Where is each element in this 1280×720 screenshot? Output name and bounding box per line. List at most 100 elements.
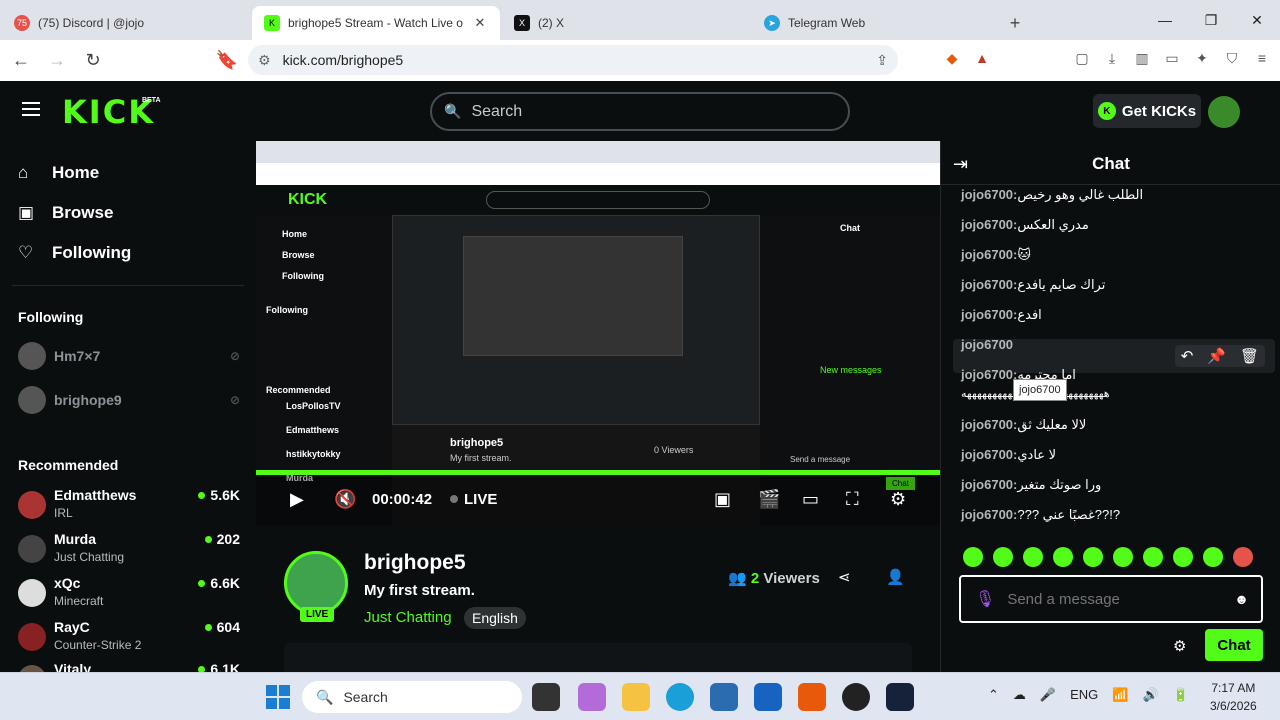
wifi-icon[interactable]: 📶 (1112, 687, 1128, 703)
mic-icon[interactable]: 🎙 (975, 589, 995, 609)
download-icon[interactable]: ⤓ (1102, 48, 1122, 68)
recommended-item[interactable]: RayC Counter-Strike 2 604 (18, 619, 240, 659)
fullscreen-icon[interactable]: ⛶ (846, 489, 859, 510)
edge-icon[interactable] (666, 683, 694, 711)
stream-category[interactable]: Just Chatting (364, 609, 452, 626)
emote-icon[interactable] (1173, 547, 1193, 567)
tab-telegram[interactable]: ➤ Telegram Web (752, 6, 1000, 40)
chat-username[interactable]: jojo6700: (961, 217, 1017, 232)
reload-icon[interactable]: ↻ (78, 46, 108, 76)
mute-icon[interactable]: 🔇 (334, 489, 356, 510)
following-item[interactable]: brighope9 ⊘ (18, 386, 240, 414)
emote-icon[interactable] (1113, 547, 1133, 567)
emote-icon[interactable] (1023, 547, 1043, 567)
brave-shield-icon[interactable]: ◆ (942, 48, 962, 68)
recommended-item[interactable]: Edmatthews IRL 5.6K (18, 487, 240, 527)
emote-icon[interactable] (1233, 547, 1253, 567)
avatar[interactable] (284, 551, 348, 615)
send-chat-button[interactable]: Chat (1205, 629, 1263, 661)
emote-icon[interactable] (993, 547, 1013, 567)
recommended-item[interactable]: Vitaly 6.1K (18, 661, 240, 672)
store-icon[interactable] (710, 683, 738, 711)
restore-icon[interactable]: ❐ (1188, 0, 1234, 40)
close-window-icon[interactable]: ✕ (1234, 0, 1280, 40)
chat-username[interactable]: jojo6700: (961, 507, 1017, 522)
leo-icon[interactable]: ✦ (1192, 48, 1212, 68)
taskbar-search[interactable]: 🔍 Search (302, 681, 522, 713)
avatar[interactable] (1208, 96, 1240, 128)
vpn-icon[interactable]: ⛉ (1222, 48, 1242, 68)
live-indicator[interactable]: LIVE (450, 491, 497, 508)
chat-username[interactable]: jojo6700: (961, 247, 1017, 262)
settings-icon[interactable]: ⚙ (890, 489, 906, 510)
sidebar-icon[interactable]: ▥ (1132, 48, 1152, 68)
folder-icon[interactable] (622, 683, 650, 711)
wallet-icon[interactable]: ▭ (1162, 48, 1182, 68)
language-indicator[interactable]: ENG (1070, 687, 1098, 703)
chat-username[interactable]: jojo6700: (961, 307, 1017, 322)
chat-message[interactable]: jojo6700:افدع (961, 307, 1042, 323)
emoji-icon[interactable]: ☻ (1234, 591, 1249, 607)
chat-message[interactable]: jojo6700:ورا صوتك متغير (961, 477, 1101, 493)
clip-icon[interactable]: 🎬 (758, 489, 780, 510)
recommended-item[interactable]: Murda Just Chatting 202 (18, 531, 240, 571)
site-info-icon[interactable]: ⚙ (258, 52, 271, 69)
chat-settings-icon[interactable]: ⚙ (1173, 637, 1186, 655)
chat-message[interactable]: jojo6700:لا عادي (961, 447, 1056, 463)
follow-icon[interactable]: 👤 (886, 568, 905, 586)
menu-icon[interactable]: ≡ (1252, 48, 1272, 68)
chat-message[interactable]: jojo6700:تراك صايم يافدع (961, 277, 1105, 293)
chat-message[interactable]: jojo6700:مدري العكس (961, 217, 1089, 233)
url-field[interactable]: ⚙ kick.com/brighope5 ⇪ (248, 45, 898, 75)
chat-username[interactable]: jojo6700: (961, 447, 1017, 462)
chat-message[interactable]: jojo6700:الطلب غالي وهو رخيص (961, 187, 1143, 203)
chat-input[interactable] (1007, 590, 1228, 608)
mini-player-icon[interactable]: ▣ (714, 489, 731, 510)
close-tab-icon[interactable]: ✕ (472, 15, 488, 31)
pin-icon[interactable]: 📌 (1207, 347, 1226, 365)
emote-icon[interactable] (1053, 547, 1073, 567)
language-tag[interactable]: English (464, 607, 526, 629)
emote-icon[interactable] (1203, 547, 1223, 567)
search-input[interactable]: 🔍 Search (430, 92, 850, 131)
emote-icon[interactable] (1143, 547, 1163, 567)
minimize-icon[interactable]: — (1142, 0, 1188, 40)
tab-x[interactable]: X (2) X (502, 6, 750, 40)
share-icon[interactable]: ⋖ (838, 568, 851, 586)
chat-username[interactable]: jojo6700: (961, 477, 1017, 492)
video-player[interactable]: KICK Home Browse Following Following Rec… (256, 141, 940, 525)
volume-icon[interactable]: 🔊 (1142, 687, 1158, 703)
copilot-icon[interactable] (578, 683, 606, 711)
cloud-icon[interactable]: ☁ (1013, 687, 1026, 703)
microphone-icon[interactable]: 🎤 (1040, 687, 1056, 703)
following-item[interactable]: Hm7×7 ⊘ (18, 342, 240, 370)
tab-kick[interactable]: K brighope5 Stream - Watch Live o ✕ (252, 6, 500, 40)
bookmark-icon[interactable]: 🔖 (212, 46, 242, 76)
outlook-icon[interactable] (754, 683, 782, 711)
sidebar-item-following[interactable]: ♡ Following (18, 243, 131, 263)
chat-message[interactable]: jojo6700:??? غصبًا عني??!? (961, 507, 1120, 523)
chat-username[interactable]: jojo6700: (961, 417, 1017, 432)
reply-icon[interactable]: ↶ (1181, 347, 1194, 365)
emote-icon[interactable] (963, 547, 983, 567)
brave-icon[interactable] (798, 683, 826, 711)
obs-icon[interactable] (842, 683, 870, 711)
new-tab-icon[interactable]: + (1000, 6, 1030, 40)
battery-icon[interactable]: 🔋 (1173, 687, 1189, 703)
chat-username[interactable]: jojo6700: (961, 367, 1017, 382)
get-kicks-button[interactable]: K Get KICKs (1093, 94, 1201, 128)
play-icon[interactable]: ▶ (290, 489, 304, 510)
theater-icon[interactable]: ▭ (802, 489, 819, 510)
start-icon[interactable] (266, 685, 290, 709)
streamer-name[interactable]: brighope5 (364, 551, 466, 575)
chat-username[interactable]: jojo6700 (961, 337, 1013, 352)
chat-username[interactable]: jojo6700: (961, 187, 1017, 202)
recommended-item[interactable]: xQc Minecraft 6.6K (18, 575, 240, 615)
menu-icon[interactable] (22, 102, 40, 116)
audio-app-icon[interactable] (886, 683, 914, 711)
chat-message[interactable]: jojo6700:لالا معليك ثق (961, 417, 1086, 433)
back-icon[interactable]: ← (6, 46, 36, 76)
share-icon[interactable]: ⇪ (876, 52, 888, 69)
chat-message[interactable]: jojo6700:🐱 (961, 247, 1031, 263)
sidebar-item-browse[interactable]: ▣ Browse (18, 203, 113, 223)
